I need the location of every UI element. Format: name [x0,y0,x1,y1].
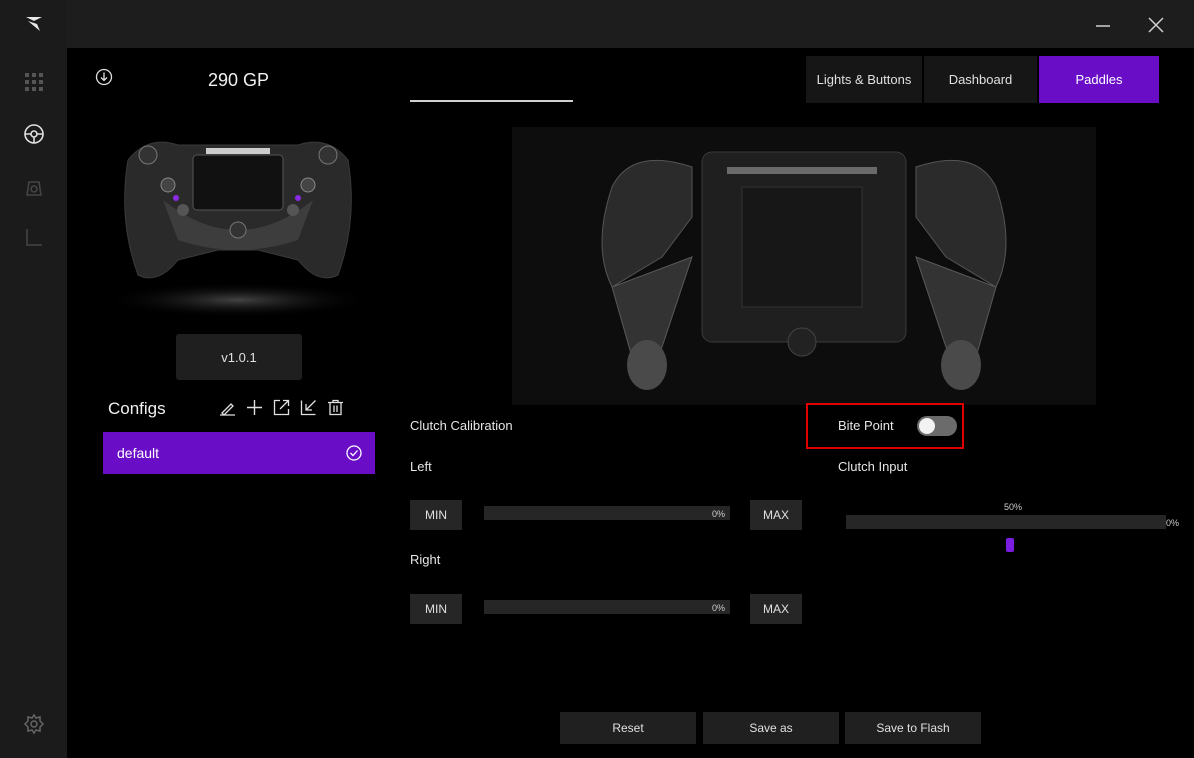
left-max-button[interactable]: MAX [750,500,802,530]
bite-point-marker[interactable] [1006,538,1014,552]
right-min-button[interactable]: MIN [410,594,462,624]
close-icon[interactable] [1141,10,1171,40]
bite-point-toggle[interactable] [917,416,957,436]
left-nav-rail [0,0,67,758]
export-icon[interactable] [272,398,291,417]
save-as-button[interactable]: Save as [703,712,839,744]
seat-icon[interactable] [22,226,46,250]
delete-trash-icon[interactable] [326,398,345,417]
right-clutch-percent: 0% [712,603,726,613]
steering-wheel-icon[interactable] [22,122,46,146]
bite-point-label: Bite Point [838,418,894,433]
edit-pencil-icon[interactable] [218,398,237,417]
wheel-model-name: 290 GP [208,70,270,90]
bite-marker-percent: 50% [1004,502,1023,512]
clutch-input-percent: 0% [1166,518,1180,528]
tab-paddles[interactable]: Paddles [1039,56,1159,103]
firmware-version: v1.0.1 [176,334,302,380]
grid-menu-icon[interactable] [22,70,46,94]
left-clutch-percent: 0% [712,509,726,519]
right-clutch-bar [484,600,730,614]
minimize-icon[interactable] [1088,10,1118,40]
right-label: Right [410,552,441,567]
left-clutch-bar [484,506,730,520]
config-toolbar [218,398,345,417]
title-bar [67,0,1194,48]
save-to-flash-button[interactable]: Save to Flash [845,712,981,744]
config-item-default[interactable]: default [103,432,375,474]
tab-lights-buttons[interactable]: Lights & Buttons [806,56,922,103]
import-icon[interactable] [299,398,318,417]
add-plus-icon[interactable] [245,398,264,417]
clutch-input-label: Clutch Input [838,459,908,474]
reset-button[interactable]: Reset [560,712,696,744]
tab-dashboard[interactable]: Dashboard [924,56,1037,103]
toggle-knob [919,418,935,434]
section-underline [410,100,573,102]
pedals-icon[interactable] [22,176,46,200]
settings-gear-icon[interactable] [22,712,46,736]
clutch-input-bar [846,515,1166,529]
left-label: Left [410,459,432,474]
paddles-image [512,127,1096,405]
clutch-calibration-title: Clutch Calibration [410,418,513,433]
config-item-label: default [117,445,160,461]
check-circle-icon [345,444,363,462]
right-max-button[interactable]: MAX [750,594,802,624]
steering-wheel-image [98,110,378,320]
firmware-download-icon[interactable] [95,68,113,86]
app-logo-icon[interactable] [22,12,46,36]
left-min-button[interactable]: MIN [410,500,462,530]
configs-title: Configs [108,399,166,418]
